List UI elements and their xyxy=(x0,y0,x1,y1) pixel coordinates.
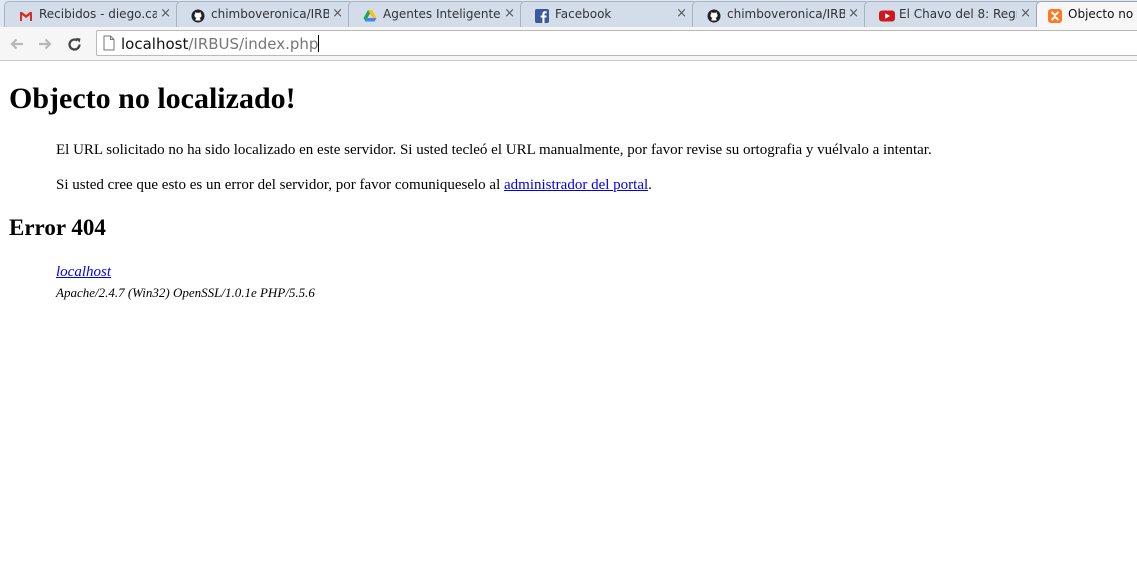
tab-github[interactable]: chimboveronica/IRBU × xyxy=(176,1,354,27)
tab-facebook[interactable]: Facebook × xyxy=(520,1,698,27)
tab-active-error-page[interactable]: Objecto no lo xyxy=(1036,1,1137,27)
contact-suffix: . xyxy=(648,177,652,193)
reload-icon xyxy=(67,37,81,51)
tab-title: Objecto no lo xyxy=(1068,7,1137,21)
close-icon[interactable]: × xyxy=(1020,6,1031,21)
tab-google-drive[interactable]: Agentes Inteligentes - × xyxy=(348,1,526,27)
back-arrow-icon xyxy=(10,38,23,50)
admin-link[interactable]: administrador del portal xyxy=(504,177,648,193)
gmail-icon xyxy=(19,8,33,22)
tab-title: chimboveronica/IRBU xyxy=(727,7,845,21)
forward-button[interactable] xyxy=(34,33,56,55)
reload-button[interactable] xyxy=(63,33,85,55)
tab-title: Agentes Inteligentes - xyxy=(383,7,501,21)
text-caret xyxy=(318,35,320,52)
tab-gmail[interactable]: Recibidos - diego.cale × xyxy=(4,1,182,27)
toolbar: localhost/IRBUS/index.php xyxy=(0,27,1137,61)
url-path: /IRBUS/index.php xyxy=(188,35,319,53)
page-content: Objecto no localizado! El URL solicitado… xyxy=(0,62,1137,564)
google-drive-icon xyxy=(363,8,377,22)
tab-title: Recibidos - diego.cale xyxy=(39,7,157,21)
close-icon[interactable]: × xyxy=(848,6,859,21)
forward-arrow-icon xyxy=(39,38,52,50)
tab-title: El Chavo del 8: Regreso xyxy=(899,7,1017,21)
localhost-link[interactable]: localhost xyxy=(56,264,315,281)
facebook-icon xyxy=(535,8,549,23)
youtube-icon xyxy=(879,8,895,22)
back-button[interactable] xyxy=(6,33,28,55)
tab-title: chimboveronica/IRBU xyxy=(211,7,329,21)
error-description: El URL solicitado no ha sido localizado … xyxy=(56,142,932,158)
address-bar[interactable]: localhost/IRBUS/index.php xyxy=(96,30,1137,56)
close-icon[interactable]: × xyxy=(676,6,687,21)
close-icon[interactable]: × xyxy=(504,6,515,21)
server-signature: Apache/2.4.7 (Win32) OpenSSL/1.0.1e PHP/… xyxy=(56,285,315,300)
github-icon xyxy=(707,8,721,23)
close-icon[interactable]: × xyxy=(160,6,171,21)
contact-prefix: Si usted cree que esto es un error del s… xyxy=(56,177,505,193)
tab-title: Facebook xyxy=(555,7,612,21)
url-text[interactable]: localhost/IRBUS/index.php xyxy=(121,35,320,53)
close-icon[interactable]: × xyxy=(332,6,343,21)
url-host: localhost xyxy=(121,35,189,53)
tab-github[interactable]: chimboveronica/IRBU × xyxy=(692,1,870,27)
page-icon xyxy=(103,35,115,51)
contact-admin-text: Si usted cree que esto es un error del s… xyxy=(56,177,652,194)
page-title: Objecto no localizado! xyxy=(9,82,296,115)
github-icon xyxy=(191,8,205,23)
xampp-icon xyxy=(1048,8,1062,23)
tab-strip: Recibidos - diego.cale × chimboveronica/… xyxy=(0,0,1137,27)
tab-youtube[interactable]: El Chavo del 8: Regreso × xyxy=(864,1,1042,27)
server-address: localhost Apache/2.4.7 (Win32) OpenSSL/1… xyxy=(56,264,315,301)
error-code-heading: Error 404 xyxy=(9,215,106,240)
